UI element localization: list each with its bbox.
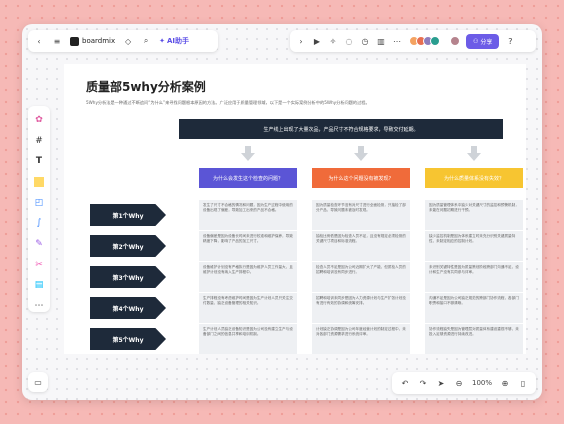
logo-text: boardmix [82,37,116,45]
problem-banner: 生产线上出现了大量次品，产品尺寸不符合规格要求，导致交付延期。 [179,119,503,139]
sticky-note-icon[interactable] [33,176,45,188]
redo-icon[interactable]: ↷ [418,378,428,388]
why-tag: 第2个Why [90,235,166,257]
ai-assistant-button[interactable]: ✦ AI助手 [159,36,189,46]
page-title: 质量部5why分析案例 [86,80,206,94]
question-box-2: 为什么这个问题没有被发现？ [312,168,410,188]
top-toolbar-left: ‹ ≡ boardmix ◇ ⌕ ✦ AI助手 [28,30,218,52]
chart-icon[interactable]: ▥ [376,36,386,46]
app-logo[interactable]: boardmix [70,36,116,46]
cursor-icon[interactable]: ➤ [436,378,446,388]
analysis-cell: 因为质量检查环节没有对尺寸进行全面检测，只抽检了部分产品，导致问题未被及时发现。 [312,200,410,230]
analysis-cell: 缺少监控机制是因为体系建立时未充分识别关键质量特性，未制定相应的控制计划。 [425,231,523,261]
analysis-cell: 设备维护计划没有严格执行是因为维护人员工作量大，且维护计划没有纳入生产排程中。 [199,262,297,292]
shape-icon[interactable]: ◰ [33,197,45,209]
more-icon[interactable]: ⋯ [392,36,402,46]
analysis-cell: 未识别关键特性是因为质量策划阶段跨部门沟通不足，设计和生产没有共同参与评审。 [425,262,523,292]
mind-map-icon[interactable]: ✂ [33,259,45,271]
analysis-cell: 沟通不足是因为公司缺乏规范的跨部门协作流程，各部门职责和接口不够清晰。 [425,293,523,323]
board-canvas[interactable]: 质量部5why分析案例 5Why分析法是一种通过不断追问“为什么”来寻找问题根本… [64,64,526,354]
collaborator-avatars[interactable] [409,36,440,46]
user-avatar[interactable] [450,36,460,46]
page-subtitle: 5Why分析法是一种通过不断追问“为什么”来寻找问题根本原因的方法。广泛应用于质… [86,100,370,105]
analysis-cell: 发生了尺寸不合格的情况和问题，因为生产过程中使用的设备出现了偏差，导致加工出来的… [199,200,297,230]
analysis-cell: 生产计划人员缺乏设备知识是因为公司没有建立生产与设备部门之间的信息共享和培训机制… [199,324,297,354]
boardmix-logo-icon [70,36,79,46]
bottom-toolbar: ↶ ↷ ➤ ⊖ 100% ⊕ ▯ [392,372,536,394]
ai-sparkle-icon: ✦ [159,37,165,45]
why-tag: 第1个Why [90,204,166,226]
color-palette-icon[interactable]: ✿ [33,114,45,126]
frame-icon[interactable]: # [33,135,45,147]
share-user-icon: ⚇ [473,37,479,45]
app-window: ‹ ≡ boardmix ◇ ⌕ ✦ AI助手 › ▶ ✧ ◌ ◷ ▥ ⋯ ⚇ … [22,24,542,400]
search-icon[interactable]: ⌕ [141,36,151,46]
magic-icon[interactable]: ✧ [328,36,338,46]
zoom-in-icon[interactable]: ⊕ [500,378,510,388]
why-tag: 第4个Why [90,297,166,319]
undo-icon[interactable]: ↶ [400,378,410,388]
analysis-cell: 协作流程缺失是因为管理层对质量体系建设重视不够，未投入足够资源进行持续改进。 [425,324,523,354]
menu-icon[interactable]: ≡ [52,36,62,46]
more-tools-icon[interactable]: ⋯ [33,300,45,312]
connector-icon[interactable]: ∫ [33,218,45,230]
pen-icon[interactable]: ✎ [33,238,45,250]
back-icon[interactable]: ‹ [34,36,44,46]
question-box-3: 为什么质量体系没有失效？ [425,168,523,188]
share-label: 分享 [480,38,493,46]
minimap-icon: ▭ [34,377,42,387]
chevron-right-icon[interactable]: › [296,36,306,46]
question-box-1: 为什么会发生这个检查的问题？ [199,168,297,188]
analysis-cell: 招聘和培训未同步是因为人力资源计划与生产扩张计划没有进行有效的协调和统筹安排。 [312,293,410,323]
analysis-cell: 抽检比例低是因为检查人员不足，且没有规定必须检测的关键尺寸项目和标准流程。 [312,231,410,261]
play-icon[interactable]: ▶ [312,36,322,46]
tag-icon[interactable]: ◇ [123,36,133,46]
left-tool-sidebar: ✿ # T ◰ ∫ ✎ ✂ ▤ ⋯ [28,106,50,312]
analysis-cell: 检查人员不足是因为公司近期扩大了产能，但质检人员的招聘和培训没有同步进行。 [312,262,410,292]
template-icon[interactable]: ▤ [33,280,45,292]
why-tag: 第3个Why [90,266,166,288]
help-icon[interactable]: ? [505,36,515,46]
analysis-cell: 计划缺乏协调是因为公司年度经营计划的制定过程中，未对各部门资源需求进行系统评审。 [312,324,410,354]
down-arrow-icon [241,146,255,162]
minimap-button[interactable]: ▭ [28,372,48,392]
down-arrow-icon [354,146,368,162]
analysis-cell: 因为质量管理体系中缺少对关键尺寸的监控和预警机制，未能在问题初期进行干预。 [425,200,523,230]
why-tag: 第5个Why [90,328,166,350]
ai-label: AI助手 [167,37,190,45]
analysis-cell: 生产排程没有考虑维护时间是因为生产计划人员只关注交付数量，缺乏设备管理的相关知识… [199,293,297,323]
zoom-out-icon[interactable]: ⊖ [454,378,464,388]
share-button[interactable]: ⚇ 分享 [466,33,500,49]
analysis-cell: 设备偏差是因为设备长时间未进行校准和维护保养，导致精度下降，影响了产品的加工尺寸… [199,231,297,261]
timer-icon[interactable]: ◷ [360,36,370,46]
text-icon[interactable]: T [33,155,45,167]
fit-screen-icon[interactable]: ▯ [518,378,528,388]
comment-icon[interactable]: ◌ [344,36,354,46]
down-arrow-icon [467,146,481,162]
avatar [430,36,440,46]
zoom-level[interactable]: 100% [472,379,492,387]
top-toolbar-right: › ▶ ✧ ◌ ◷ ▥ ⋯ ⚇ 分享 ? [290,30,536,52]
